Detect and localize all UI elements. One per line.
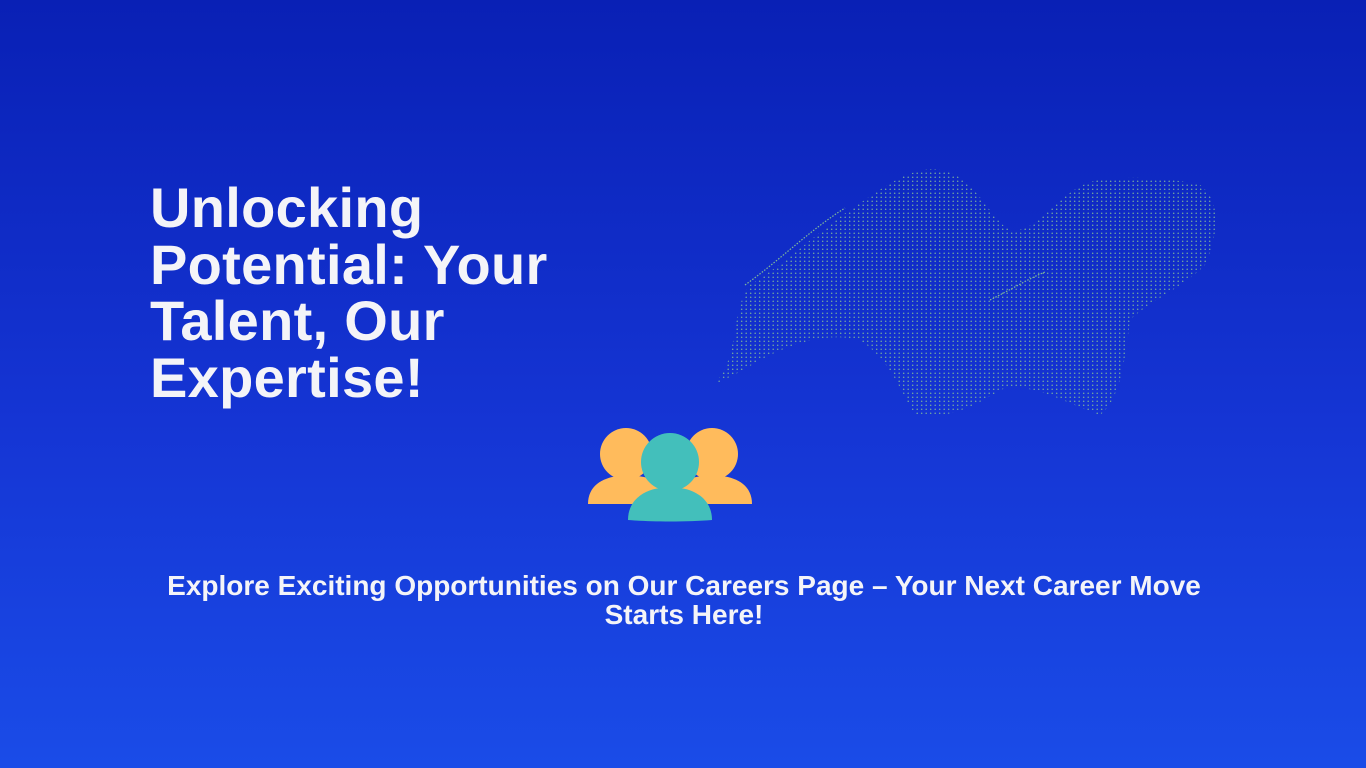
dotted-wave-graphic bbox=[714, 169, 1216, 417]
wave-mesh bbox=[714, 169, 1216, 417]
team-people-icon bbox=[588, 428, 752, 522]
hero-title: Unlocking Potential: Your Talent, Our Ex… bbox=[150, 176, 548, 409]
hero-subtitle: Explore Exciting Opportunities on Our Ca… bbox=[167, 570, 1201, 630]
